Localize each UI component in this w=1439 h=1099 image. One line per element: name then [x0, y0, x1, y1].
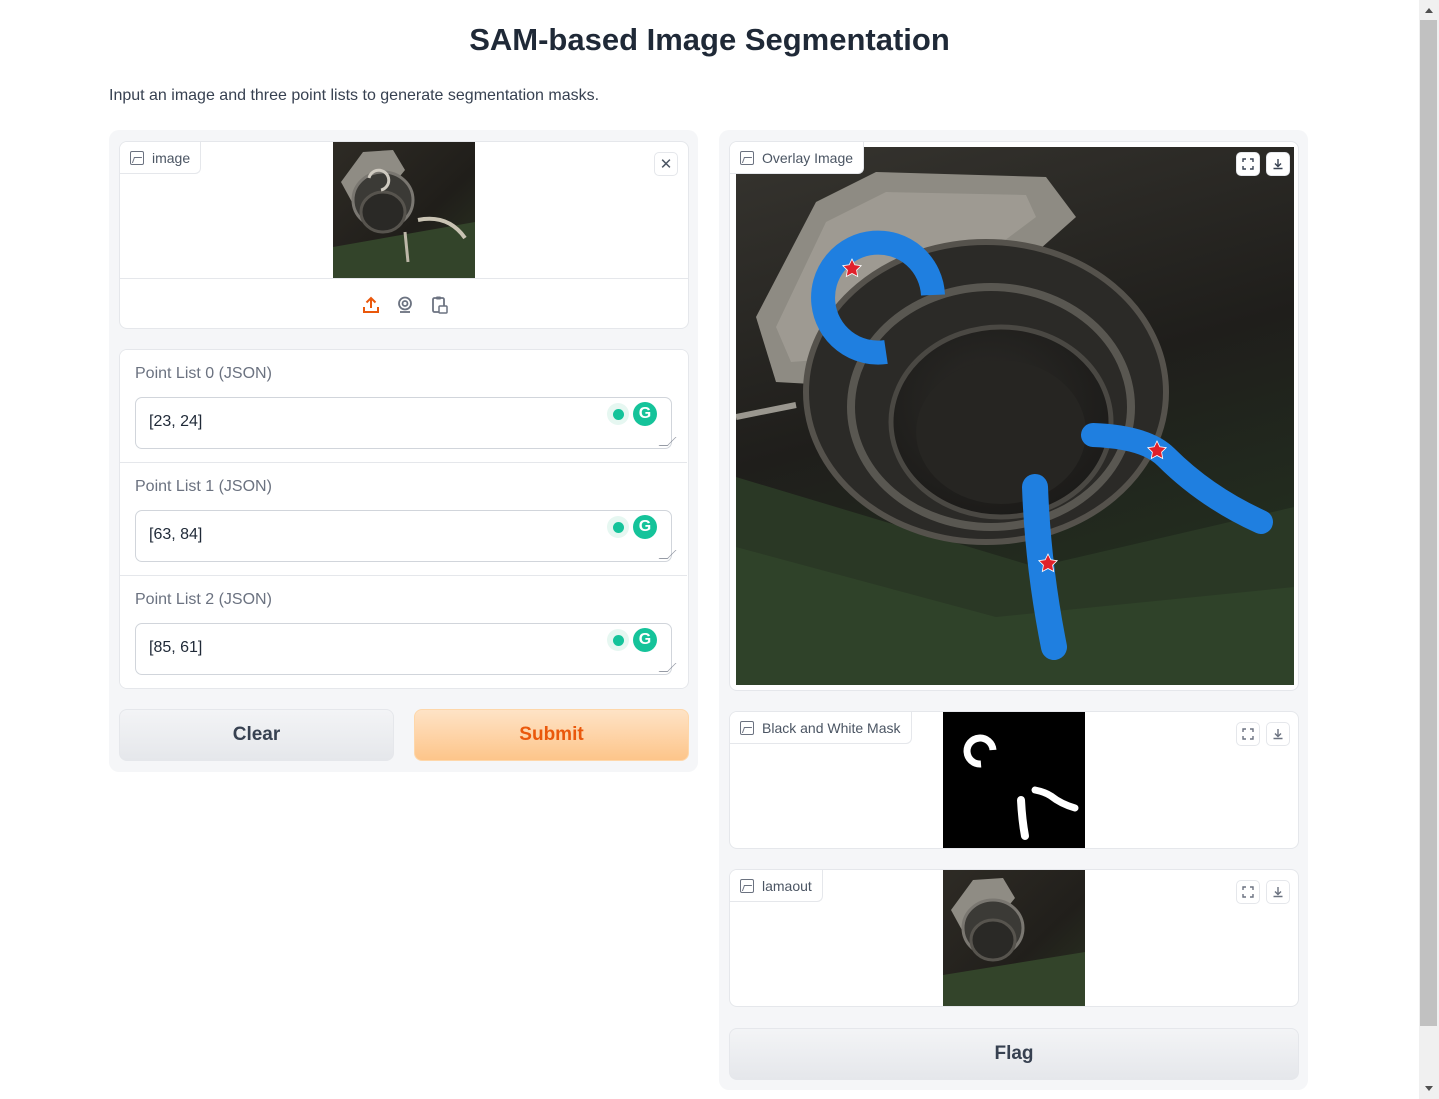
fullscreen-icon — [1242, 886, 1254, 898]
grammarly-icon[interactable]: G — [633, 402, 657, 426]
lama-label-text: lamaout — [762, 877, 812, 894]
point-list-0-label: Point List 0 (JSON) — [135, 365, 272, 382]
clipboard-icon[interactable] — [429, 295, 449, 315]
point-list-1-label: Point List 1 (JSON) — [135, 478, 272, 495]
point-list-1-input[interactable]: [63, 84] G — [135, 510, 677, 562]
mask-label: Black and White Mask — [730, 712, 912, 744]
grammarly-widget[interactable]: G — [607, 628, 657, 652]
page-subtitle: Input an image and three point lists to … — [109, 87, 600, 104]
image-icon — [740, 878, 754, 893]
clear-image-button[interactable]: ✕ — [654, 152, 678, 176]
image-source-toolbar — [120, 278, 688, 328]
resize-handle[interactable] — [658, 437, 677, 446]
point-list-0-input[interactable]: [23, 24] G — [135, 397, 677, 449]
webcam-icon[interactable] — [395, 295, 415, 315]
lama-label: lamaout — [730, 870, 823, 902]
point-list-1-value: [63, 84] — [149, 526, 203, 543]
overlay-image-label-text: Overlay Image — [762, 149, 854, 166]
resize-handle[interactable] — [658, 550, 677, 559]
point-list-2-field: Point List 2 (JSON) [85, 61] G — [120, 576, 687, 688]
grammarly-icon[interactable]: G — [633, 628, 657, 652]
fullscreen-icon — [1242, 158, 1254, 170]
image-input-label-text: image — [152, 149, 191, 166]
flag-button[interactable]: Flag — [729, 1028, 1299, 1080]
fullscreen-button[interactable] — [1236, 722, 1260, 746]
point-lists-group: Point List 0 (JSON) [23, 24] G Point Lis… — [119, 349, 689, 689]
download-icon — [1273, 887, 1283, 898]
point-list-2-input[interactable]: [85, 61] G — [135, 623, 677, 675]
download-button[interactable] — [1266, 722, 1290, 746]
grammarly-icon[interactable]: G — [633, 515, 657, 539]
download-icon — [1273, 159, 1283, 170]
point-list-1-field: Point List 1 (JSON) [63, 84] G — [120, 463, 687, 576]
scrollbar-thumb[interactable] — [1420, 20, 1437, 1026]
mask-label-text: Black and White Mask — [762, 719, 901, 736]
mask-image — [943, 712, 1085, 848]
point-list-0-field: Point List 0 (JSON) [23, 24] G — [120, 350, 687, 463]
scroll-up-icon[interactable] — [1425, 8, 1433, 13]
page-title: SAM-based Image Segmentation — [469, 22, 950, 57]
image-input-label: image — [120, 142, 202, 174]
page: SAM-based Image Segmentation Input an im… — [0, 0, 1419, 1099]
lama-image — [943, 870, 1085, 1006]
scroll-down-icon[interactable] — [1425, 1086, 1433, 1091]
grammarly-widget[interactable]: G — [607, 402, 657, 426]
submit-button[interactable]: Submit — [414, 709, 689, 761]
image-input[interactable]: image ✕ — [119, 141, 689, 329]
overlay-image-output: Overlay Image — [729, 141, 1299, 691]
download-button[interactable] — [1266, 880, 1290, 904]
overlay-image-label: Overlay Image — [730, 142, 865, 174]
grammarly-widget[interactable]: G — [607, 515, 657, 539]
point-list-0-value: [23, 24] — [149, 413, 203, 430]
image-icon — [740, 150, 754, 165]
image-icon — [130, 150, 144, 165]
point-list-2-label: Point List 2 (JSON) — [135, 591, 272, 608]
bulb-icon[interactable] — [607, 403, 629, 425]
mask-output: Black and White Mask — [729, 711, 1299, 849]
bulb-icon[interactable] — [607, 516, 629, 538]
clear-button[interactable]: Clear — [119, 709, 394, 761]
lama-output: lamaout — [729, 869, 1299, 1007]
upload-icon[interactable] — [361, 295, 381, 315]
download-button[interactable] — [1266, 152, 1290, 176]
scrollbar[interactable] — [1419, 0, 1439, 1099]
fullscreen-button[interactable] — [1236, 880, 1260, 904]
overlay-image — [736, 147, 1294, 685]
input-image-preview — [333, 142, 475, 278]
point-list-2-value: [85, 61] — [149, 639, 203, 656]
resize-handle[interactable] — [658, 663, 677, 672]
bulb-icon[interactable] — [607, 629, 629, 651]
close-icon: ✕ — [659, 156, 673, 173]
image-icon — [740, 720, 754, 735]
fullscreen-icon — [1242, 728, 1254, 740]
download-icon — [1273, 729, 1283, 740]
fullscreen-button[interactable] — [1236, 152, 1260, 176]
